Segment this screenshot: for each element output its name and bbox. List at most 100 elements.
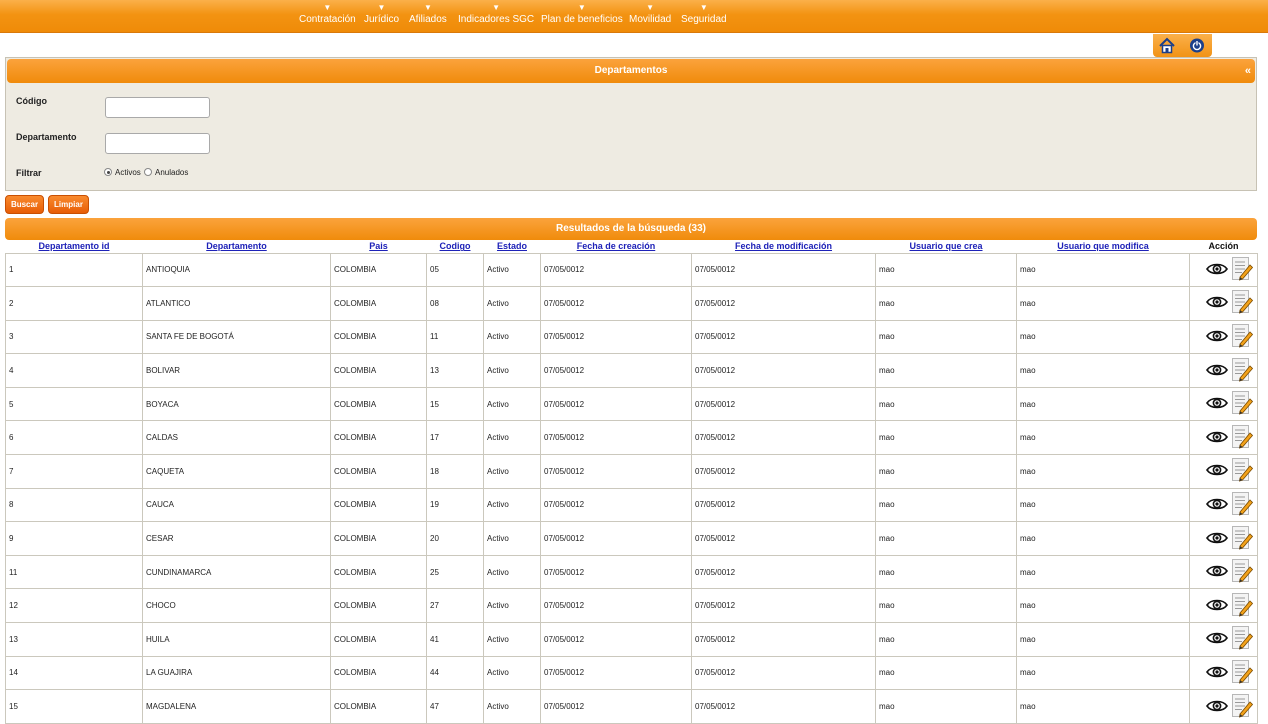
- cell-fecha-modificacion: 07/05/0012: [691, 319, 876, 355]
- eye-icon[interactable]: [1206, 329, 1228, 345]
- table-row: 14 LA GUAJIRA COLOMBIA 44 Activo 07/05/0012 07…: [5, 655, 1258, 691]
- cell-fecha-modificacion: 07/05/0012: [691, 252, 876, 288]
- cell-usuario-crea: mao: [875, 655, 1017, 691]
- nav-item-plan-de-beneficios[interactable]: ▼ Plan de beneficios: [541, 3, 623, 27]
- col-usuario-crea[interactable]: Usuario que crea: [876, 240, 1017, 253]
- cell-estado: Activo: [483, 554, 541, 590]
- edit-icon[interactable]: [1231, 424, 1254, 452]
- eye-icon[interactable]: [1206, 295, 1228, 311]
- cell-fecha-modificacion: 07/05/0012: [691, 622, 876, 657]
- edit-icon[interactable]: [1231, 525, 1254, 553]
- cell-usuario-modifica: mao: [1016, 487, 1190, 523]
- eye-icon[interactable]: [1206, 665, 1228, 681]
- cell-fecha-creacion: 07/05/0012: [540, 588, 692, 624]
- table-header-row: Departamento id Departamento Pais Codigo…: [6, 240, 1258, 253]
- activos-label: Activos: [115, 168, 141, 177]
- cell-departamento-id: 6: [5, 420, 143, 456]
- edit-icon[interactable]: [1231, 625, 1254, 653]
- cell-fecha-modificacion: 07/05/0012: [691, 521, 876, 556]
- edit-icon[interactable]: [1231, 289, 1254, 317]
- cell-departamento-id: 15: [5, 689, 143, 724]
- edit-icon[interactable]: [1231, 390, 1254, 418]
- eye-icon[interactable]: [1206, 564, 1228, 580]
- cell-codigo: 41: [426, 622, 484, 657]
- cell-fecha-creacion: 07/05/0012: [540, 353, 692, 388]
- cell-departamento: BOLIVAR: [142, 353, 331, 388]
- cell-fecha-creacion: 07/05/0012: [540, 454, 692, 489]
- table-row: 5 BOYACA COLOMBIA 15 Activo 07/05/0012 07/05/0…: [5, 386, 1258, 422]
- eye-icon[interactable]: [1206, 699, 1228, 715]
- nav-item-seguridad[interactable]: ▼ Seguridad: [681, 3, 727, 27]
- edit-icon[interactable]: [1231, 558, 1254, 586]
- eye-icon[interactable]: [1206, 430, 1228, 446]
- cell-accion: [1189, 588, 1258, 624]
- cell-departamento: LA GUAJIRA: [142, 655, 331, 691]
- cell-usuario-modifica: mao: [1016, 286, 1190, 321]
- limpiar-button[interactable]: Limpiar: [48, 195, 89, 214]
- cell-departamento-id: 4: [5, 353, 143, 388]
- col-codigo[interactable]: Codigo: [427, 240, 484, 253]
- cell-codigo: 44: [426, 655, 484, 691]
- col-departamento[interactable]: Departamento: [143, 240, 331, 253]
- cell-estado: Activo: [483, 622, 541, 657]
- table-row: 7 CAQUETA COLOMBIA 18 Activo 07/05/0012 07/05/…: [5, 454, 1258, 489]
- cell-usuario-crea: mao: [875, 588, 1017, 624]
- nav-item-contratacion[interactable]: ▼ Contratación: [299, 3, 356, 27]
- nav-item-juridico[interactable]: ▼ Jurídico: [364, 3, 399, 27]
- edit-icon[interactable]: [1231, 357, 1254, 385]
- power-icon[interactable]: [1188, 37, 1206, 54]
- eye-icon[interactable]: [1206, 531, 1228, 547]
- edit-icon[interactable]: [1231, 659, 1254, 687]
- cell-usuario-crea: mao: [875, 353, 1017, 388]
- col-departamento-id[interactable]: Departamento id: [6, 240, 143, 253]
- col-pais[interactable]: Pais: [331, 240, 427, 253]
- edit-icon[interactable]: [1231, 256, 1254, 284]
- col-fecha-creacion[interactable]: Fecha de creación: [541, 240, 692, 253]
- cell-estado: Activo: [483, 487, 541, 523]
- nav-item-afiliados[interactable]: ▼ Afiliados: [409, 3, 447, 27]
- chevron-down-icon: ▼: [646, 3, 655, 12]
- eye-icon[interactable]: [1206, 262, 1228, 278]
- cell-fecha-modificacion: 07/05/0012: [691, 554, 876, 590]
- col-estado[interactable]: Estado: [484, 240, 541, 253]
- eye-icon[interactable]: [1206, 631, 1228, 647]
- cell-departamento-id: 3: [5, 319, 143, 355]
- nav-item-label: Jurídico: [364, 14, 400, 25]
- cell-fecha-modificacion: 07/05/0012: [691, 655, 876, 691]
- home-icon[interactable]: [1158, 37, 1176, 54]
- anulados-radio[interactable]: [144, 168, 152, 176]
- cell-fecha-modificacion: 07/05/0012: [691, 454, 876, 489]
- edit-icon[interactable]: [1231, 693, 1254, 721]
- cell-departamento-id: 14: [5, 655, 143, 691]
- chevron-down-icon: ▼: [377, 3, 386, 12]
- edit-icon[interactable]: [1231, 592, 1254, 620]
- nav-item-movilidad[interactable]: ▼ Movilidad: [629, 3, 671, 27]
- cell-codigo: 27: [426, 588, 484, 624]
- chevron-down-icon: ▼: [577, 3, 586, 12]
- eye-icon[interactable]: [1206, 463, 1228, 479]
- eye-icon[interactable]: [1206, 598, 1228, 614]
- col-fecha-modificacion[interactable]: Fecha de modificación: [692, 240, 876, 253]
- edit-icon[interactable]: [1231, 323, 1254, 351]
- cell-estado: Activo: [483, 521, 541, 556]
- cell-accion: [1189, 353, 1258, 388]
- cell-departamento: CHOCO: [142, 588, 331, 624]
- departamento-input[interactable]: [105, 133, 210, 154]
- collapse-icon[interactable]: «: [1245, 59, 1251, 83]
- cell-usuario-modifica: mao: [1016, 689, 1190, 724]
- edit-icon[interactable]: [1231, 457, 1254, 485]
- table-row: 15 MAGDALENA COLOMBIA 47 Activo 07/05/0012 07/…: [5, 689, 1258, 724]
- eye-icon[interactable]: [1206, 497, 1228, 513]
- buscar-button[interactable]: Buscar: [5, 195, 44, 214]
- cell-usuario-modifica: mao: [1016, 521, 1190, 556]
- eye-icon[interactable]: [1206, 363, 1228, 379]
- col-usuario-modifica[interactable]: Usuario que modifica: [1017, 240, 1190, 253]
- chevron-down-icon: ▼: [699, 3, 708, 12]
- cell-fecha-creacion: 07/05/0012: [540, 487, 692, 523]
- eye-icon[interactable]: [1206, 396, 1228, 412]
- nav-item-indicadores-sgc[interactable]: ▼ Indicadores SGC: [458, 3, 534, 27]
- edit-icon[interactable]: [1231, 491, 1254, 519]
- cell-pais: COLOMBIA: [330, 487, 427, 523]
- activos-radio[interactable]: [104, 168, 112, 176]
- codigo-input[interactable]: [105, 97, 210, 118]
